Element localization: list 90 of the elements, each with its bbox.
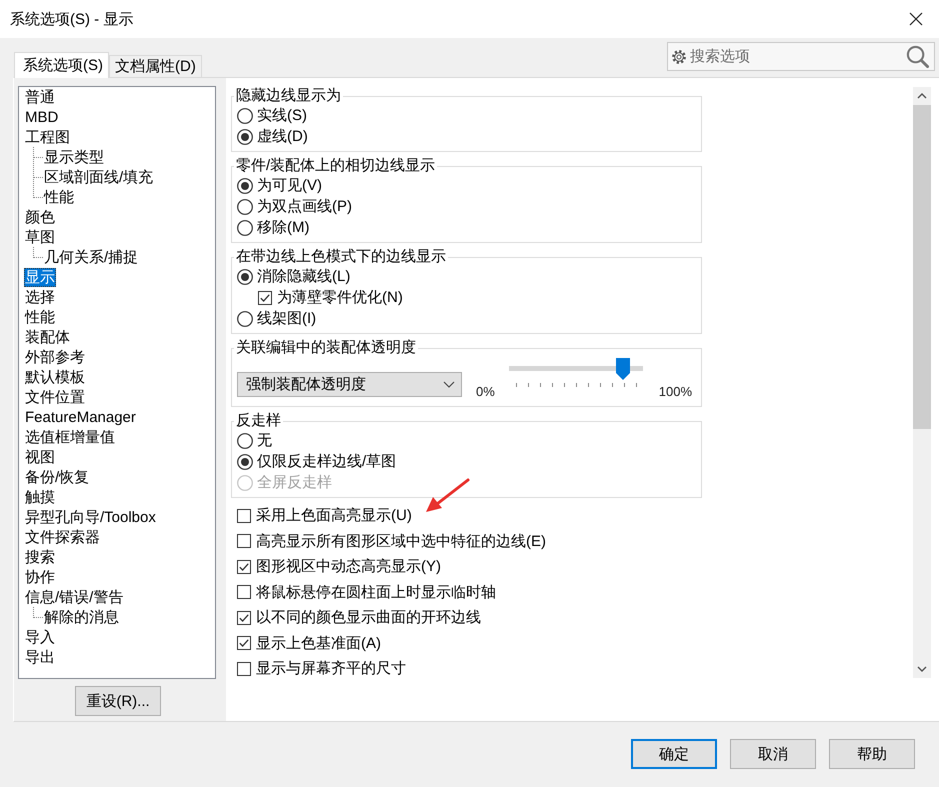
tree-item[interactable]: 显示类型 [43,148,105,166]
annotation-arrow [424,478,470,514]
dialog-button[interactable]: 取消 [730,739,816,769]
window-title: 系统选项(S) - 显示 [10,10,134,28]
checkbox-option[interactable]: 将鼠标悬停在圆柱面上时显示临时轴 [237,580,496,605]
settings-icon[interactable] [671,49,687,65]
tree-item[interactable]: 草图 [24,228,56,246]
checkbox-option[interactable]: 显示上色基准面(A) [237,630,381,656]
checkbox-icon[interactable] [237,560,251,574]
radio-option[interactable]: 仅限反走样边线/草图 [237,451,396,472]
tab[interactable]: 系统选项(S) [14,52,109,78]
checkbox-icon[interactable] [237,610,251,625]
radio-option[interactable]: 消除隐藏线(L) [237,266,350,287]
radio-icon[interactable] [237,268,253,284]
checkbox-option[interactable]: 以不同的颜色显示曲面的开环边线 [237,605,481,630]
tree-item[interactable]: 文件探索器 [24,528,101,546]
checkbox-option[interactable]: 为薄壁零件优化(N) [258,287,403,308]
checkbox-option[interactable]: 采用上色面高亮显示(U) [237,503,412,528]
radio-icon[interactable] [237,178,253,194]
checkbox-icon[interactable] [237,508,251,523]
slider-min-label: 0% [476,384,495,399]
slider-max-label: 100% [658,384,692,399]
reset-button[interactable]: 重设(R)... [75,686,161,716]
tree-item[interactable]: 装配体 [24,328,71,346]
radio-option[interactable]: 线架图(I) [237,308,316,329]
radio-option[interactable]: 实线(S) [237,105,307,126]
tree-item[interactable]: MBD [24,108,60,126]
tree-item[interactable]: 文件位置 [24,388,86,406]
radio-option[interactable]: 无 [237,430,272,451]
chevron-down-icon [443,381,455,388]
tree-item[interactable]: 备份/恢复 [24,468,90,486]
close-icon[interactable] [909,12,923,26]
tree-item[interactable]: 几何关系/捕捉 [43,248,140,266]
tree-connector [32,607,43,618]
tree-item[interactable]: 视图 [24,448,56,466]
tree-item[interactable]: 工程图 [24,128,71,146]
scrollbar[interactable] [913,87,931,678]
tree-item[interactable]: FeatureManager [24,408,137,426]
tree-item[interactable]: 搜索 [24,548,56,566]
group-title: 反走样 [235,412,282,430]
radio-icon[interactable] [237,128,253,144]
dialog-button[interactable]: 帮助 [829,739,915,769]
dropdown[interactable]: 强制装配体透明度 [237,372,462,397]
tree-item[interactable]: 协作 [24,568,56,586]
tree-item[interactable]: 普通 [24,88,56,106]
tree-item[interactable]: 异型孔向导/Toolbox [24,508,157,526]
tree-item[interactable]: 导出 [24,648,56,666]
slider-thumb[interactable] [616,358,630,380]
radio-option[interactable]: 移除(M) [237,217,310,238]
dialog-button[interactable]: 确定 [631,739,717,769]
tree-item[interactable]: 导入 [24,628,56,646]
radio-icon[interactable] [237,454,253,470]
tree-item[interactable]: 性能 [24,308,56,326]
checkbox-icon[interactable] [237,662,251,676]
group-title: 零件/装配体上的相切边线显示 [235,157,436,175]
tree-item[interactable]: 默认模板 [24,368,86,386]
radio-option[interactable]: 为双点画线(P) [237,196,352,217]
search-icon[interactable] [906,45,929,68]
tree-item[interactable]: 选择 [24,288,56,306]
tree-item[interactable]: 信息/错误/警告 [24,588,124,606]
tree-item[interactable]: 选值框增量值 [24,428,116,446]
tree-item[interactable]: 区域剖面线/填充 [43,168,154,186]
radio-icon[interactable] [237,220,253,236]
tree-item[interactable]: 颜色 [24,208,56,226]
group-title: 隐藏边线显示为 [235,87,342,105]
tree-connector [32,147,43,167]
tree-item[interactable]: 触摸 [24,488,56,506]
group-title: 在带边线上色模式下的边线显示 [235,248,447,266]
group-title: 关联编辑中的装配体透明度 [235,339,417,357]
checkbox-option[interactable]: 图形视区中动态高亮显示(Y) [237,554,441,580]
tree-item[interactable]: 解除的消息 [43,608,120,626]
checkbox-icon[interactable] [237,534,251,548]
tree-item[interactable]: 显示 [24,268,56,286]
radio-icon[interactable] [237,310,253,326]
tree-item[interactable]: 性能 [43,188,75,206]
checkbox-option[interactable]: 显示与屏幕齐平的尺寸 [237,656,406,682]
radio-icon[interactable] [237,432,253,448]
checkbox-icon[interactable] [237,636,251,650]
search-field[interactable]: 搜索选项 [667,42,935,71]
radio-icon[interactable] [237,108,253,124]
radio-option[interactable]: 虚线(D) [237,126,308,147]
checkbox-icon[interactable] [258,290,272,304]
scrollbar-thumb[interactable] [913,105,931,429]
radio-option[interactable]: 为可见(V) [237,175,322,196]
tree-connector [32,247,43,258]
tree-item[interactable]: 外部参考 [24,348,86,366]
checkbox-icon[interactable] [237,585,251,600]
tab[interactable]: 文档属性(D) [109,55,202,77]
checkbox-option[interactable]: 高亮显示所有图形区域中选中特征的边线(E) [237,528,546,554]
radio-icon[interactable] [237,198,253,214]
